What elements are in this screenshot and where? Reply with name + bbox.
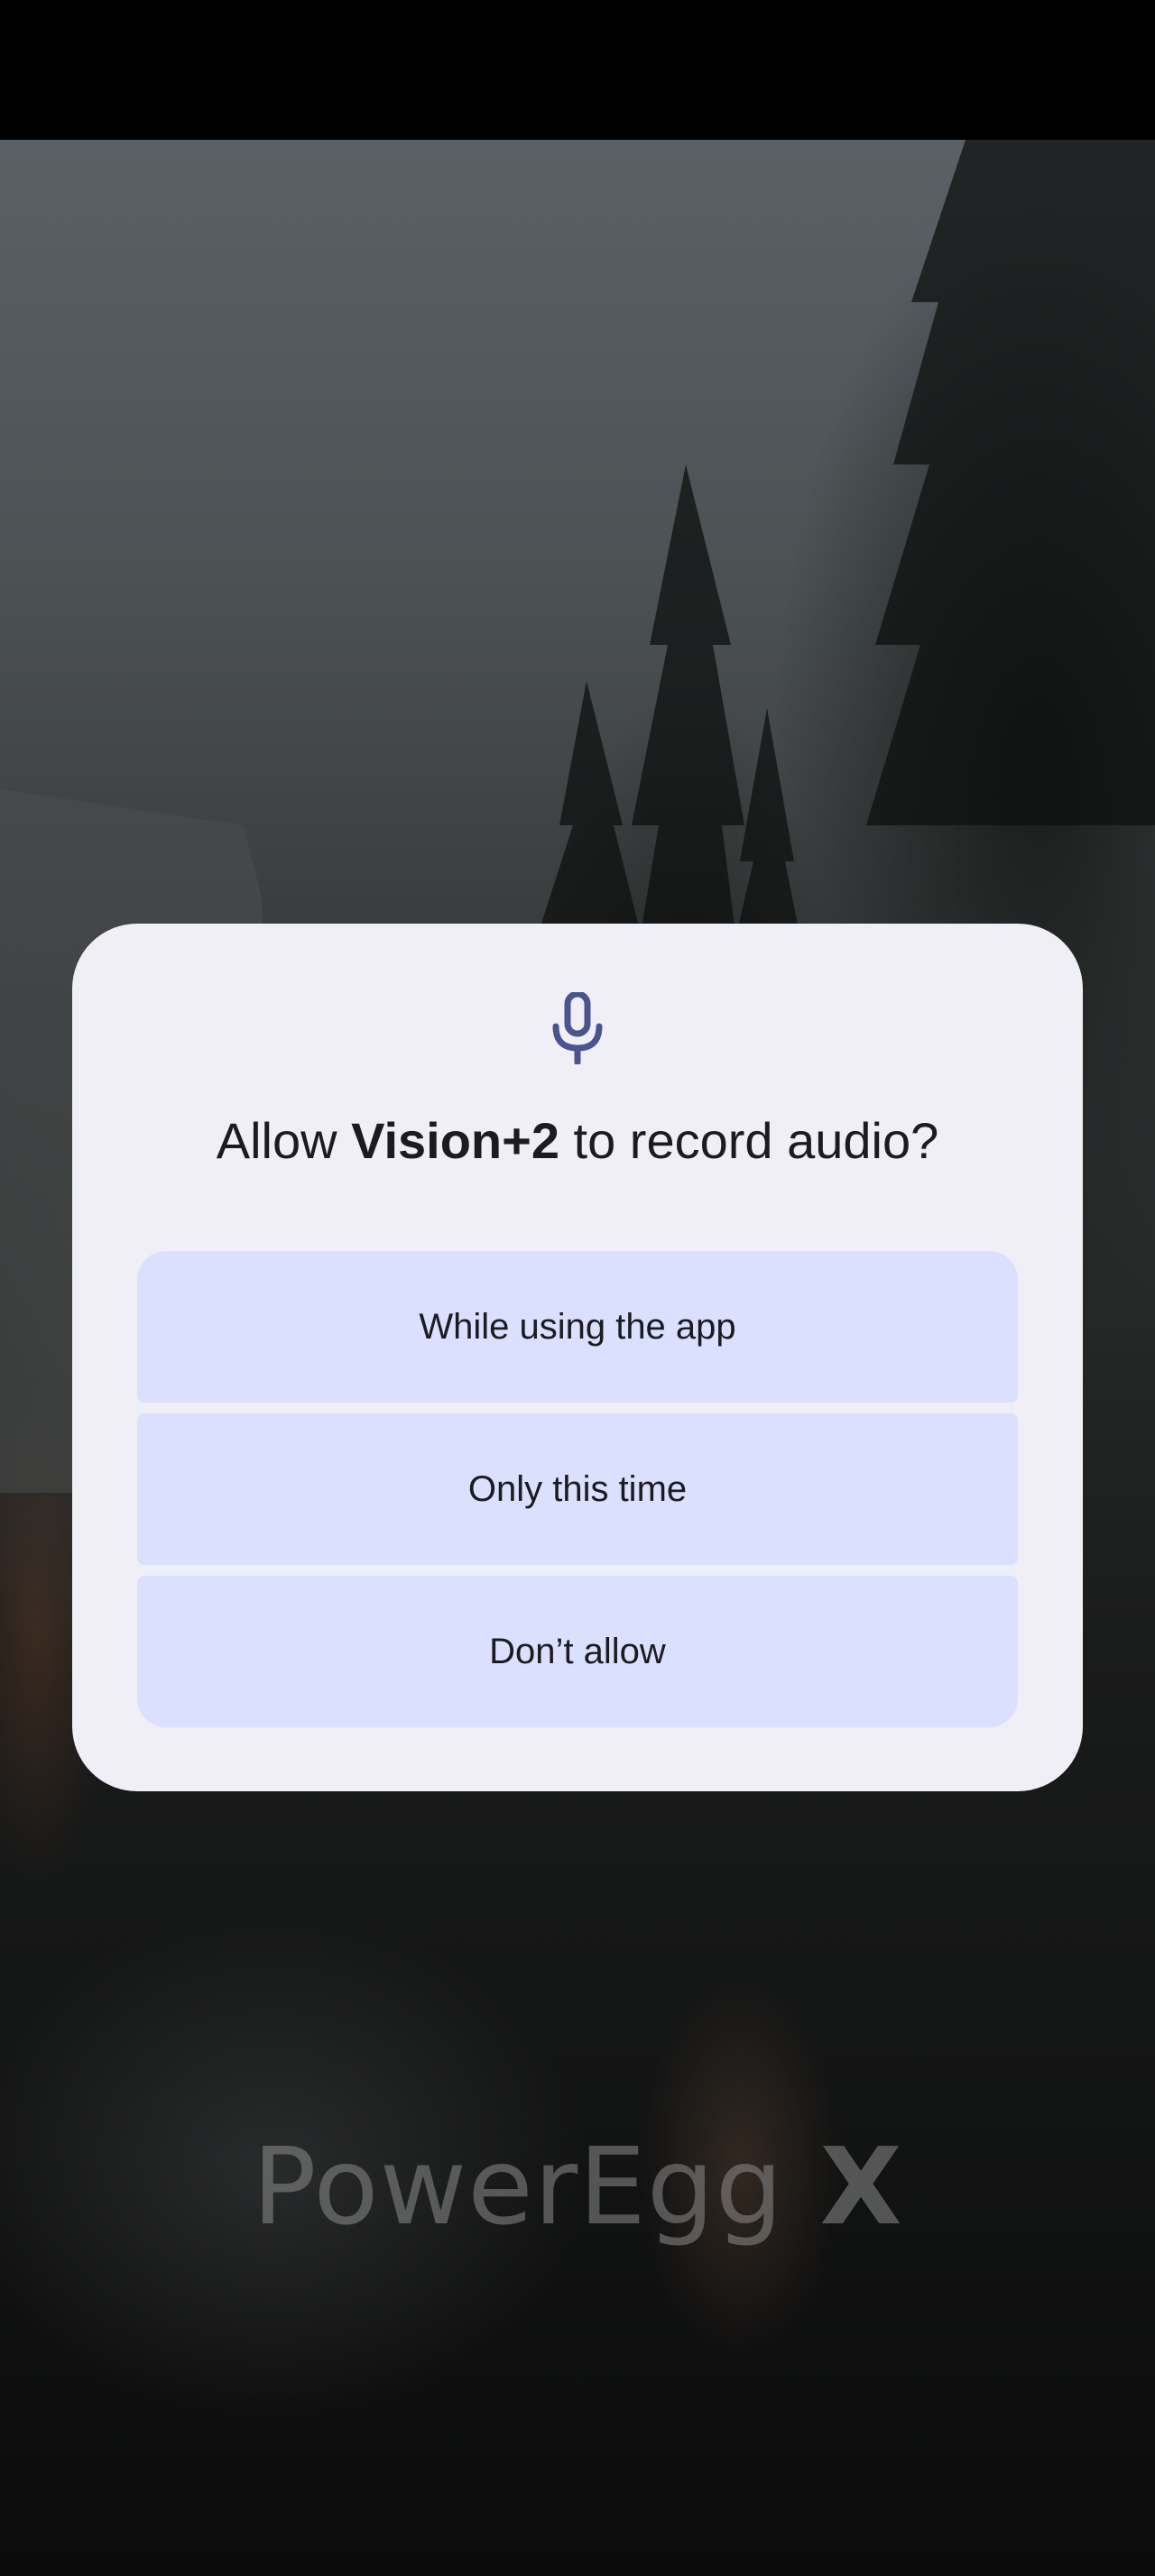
dont-allow-button[interactable]: Don’t allow	[137, 1576, 1018, 1727]
permission-dialog: Allow Vision+2 to record audio? While us…	[72, 924, 1083, 1791]
microphone-icon	[552, 992, 603, 1064]
dialog-title: Allow Vision+2 to record audio?	[72, 1111, 1083, 1170]
brand-logo-word: PowerEgg	[252, 2124, 784, 2249]
title-prefix: Allow	[216, 1112, 352, 1169]
app-name: Vision+2	[351, 1112, 559, 1169]
powergg-x-logo: PowerEgg X	[0, 2124, 1155, 2249]
screen: PowerEgg X Allow Vision+2 to record audio…	[0, 0, 1155, 2576]
status-bar	[0, 0, 1155, 140]
while-using-app-button[interactable]: While using the app	[137, 1251, 1018, 1403]
brand-logo-mark: X	[819, 2124, 903, 2249]
only-this-time-button[interactable]: Only this time	[137, 1413, 1018, 1565]
title-suffix: to record audio?	[559, 1112, 939, 1169]
